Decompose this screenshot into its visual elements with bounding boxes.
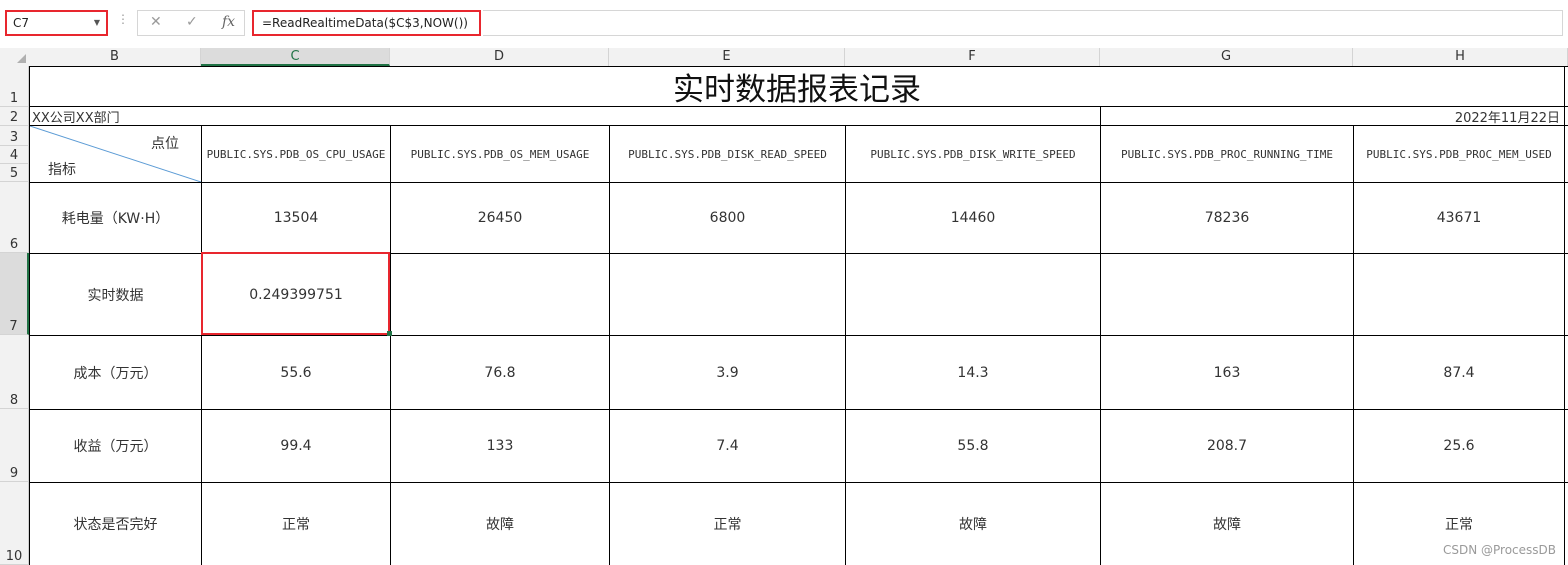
company-label[interactable]: XX公司XX部门	[30, 107, 632, 126]
row-header-3[interactable]: 3	[0, 126, 29, 146]
watermark: CSDN @ProcessDB	[1442, 543, 1556, 557]
table-cell[interactable]: 43671	[1354, 183, 1564, 253]
row-header-7[interactable]: 7	[0, 253, 29, 335]
header-point-label[interactable]: 点位	[140, 134, 190, 152]
table-cell[interactable]: 87.4	[1354, 336, 1564, 409]
row-header-8[interactable]: 8	[0, 335, 29, 409]
row-header-2[interactable]: 2	[0, 107, 29, 126]
name-box-value: C7	[13, 16, 30, 30]
table-cell[interactable]: 163	[1101, 336, 1353, 409]
table-cell[interactable]	[1354, 254, 1564, 335]
formula-bar: C7 ▼ ⋮ ✕ ✓ fx =ReadRealtimeData($C$3,NOW…	[0, 0, 1568, 46]
grid-line	[1564, 66, 1565, 565]
header-metric-label[interactable]: 指标	[40, 160, 84, 178]
row-header-6[interactable]: 6	[0, 182, 29, 253]
table-cell[interactable]: 13504	[202, 183, 390, 253]
table-cell[interactable]: 55.8	[846, 410, 1100, 482]
table-cell[interactable]	[391, 254, 609, 335]
tag-mem-usage[interactable]: PUBLIC.SYS.PDB_OS_MEM_USAGE	[391, 126, 609, 182]
metric-label-cost[interactable]: 成本（万元）	[30, 336, 201, 409]
column-header-d[interactable]: D	[390, 48, 609, 66]
row-header-9[interactable]: 9	[0, 409, 29, 482]
select-all-corner[interactable]	[0, 48, 30, 66]
table-cell[interactable]: 133	[391, 410, 609, 482]
tag-disk-read[interactable]: PUBLIC.SYS.PDB_DISK_READ_SPEED	[610, 126, 845, 182]
formula-input[interactable]: =ReadRealtimeData($C$3,NOW())	[252, 10, 481, 36]
metric-label-realtime[interactable]: 实时数据	[30, 254, 201, 335]
table-cell[interactable]: 故障	[391, 483, 609, 565]
table-cell[interactable]: 6800	[610, 183, 845, 253]
table-cell[interactable]: 99.4	[202, 410, 390, 482]
table-cell[interactable]: 208.7	[1101, 410, 1353, 482]
table-cell[interactable]: 26450	[391, 183, 609, 253]
table-cell[interactable]: 25.6	[1354, 410, 1564, 482]
table-cell[interactable]: 正常	[610, 483, 845, 565]
tag-cpu-usage[interactable]: PUBLIC.SYS.PDB_OS_CPU_USAGE	[202, 126, 390, 182]
tag-disk-write[interactable]: PUBLIC.SYS.PDB_DISK_WRITE_SPEED	[846, 126, 1100, 182]
column-header-b[interactable]: B	[29, 48, 201, 66]
insert-function-icon[interactable]: fx	[222, 14, 235, 30]
table-cell[interactable]: 正常	[202, 483, 390, 565]
table-cell[interactable]: 故障	[1101, 483, 1353, 565]
row-header-4[interactable]: 4	[0, 146, 29, 164]
table-cell[interactable]: 3.9	[610, 336, 845, 409]
metric-label-revenue[interactable]: 收益（万元）	[30, 410, 201, 482]
table-cell[interactable]: 55.6	[202, 336, 390, 409]
column-header-g[interactable]: G	[1100, 48, 1353, 66]
row-header-5[interactable]: 5	[0, 164, 29, 182]
row-header-10[interactable]: 10	[0, 482, 29, 565]
metric-label-power[interactable]: 耗电量（KW·H）	[30, 183, 201, 253]
table-cell[interactable]: 76.8	[391, 336, 609, 409]
cancel-icon[interactable]: ✕	[150, 14, 162, 30]
fill-handle[interactable]	[387, 331, 392, 336]
active-cell-highlight	[201, 252, 390, 335]
column-header-c[interactable]: C	[201, 48, 390, 66]
report-title[interactable]: 实时数据报表记录	[30, 67, 1564, 108]
table-cell[interactable]	[1101, 254, 1353, 335]
chevron-down-icon[interactable]: ▼	[94, 12, 100, 34]
table-cell[interactable]: 7.4	[610, 410, 845, 482]
drag-handle-icon[interactable]: ⋮	[117, 12, 129, 26]
name-box[interactable]: C7 ▼	[5, 10, 108, 36]
column-header-h[interactable]: H	[1353, 48, 1568, 66]
metric-label-status[interactable]: 状态是否完好	[30, 483, 201, 565]
table-cell[interactable]: 14.3	[846, 336, 1100, 409]
table-cell[interactable]: 故障	[846, 483, 1100, 565]
table-cell[interactable]	[846, 254, 1100, 335]
table-cell[interactable]: 78236	[1101, 183, 1353, 253]
table-cell[interactable]	[610, 254, 845, 335]
formula-input-extension[interactable]	[483, 10, 1563, 36]
enter-icon[interactable]: ✓	[186, 14, 198, 30]
tag-proc-running-time[interactable]: PUBLIC.SYS.PDB_PROC_RUNNING_TIME	[1101, 126, 1353, 182]
table-cell[interactable]: 14460	[846, 183, 1100, 253]
report-date[interactable]: 2022年11月22日	[1101, 107, 1564, 126]
formula-buttons: ✕ ✓ fx	[137, 10, 245, 36]
row-header-1[interactable]: 1	[0, 66, 29, 107]
tag-proc-mem-used[interactable]: PUBLIC.SYS.PDB_PROC_MEM_USED	[1354, 126, 1564, 182]
